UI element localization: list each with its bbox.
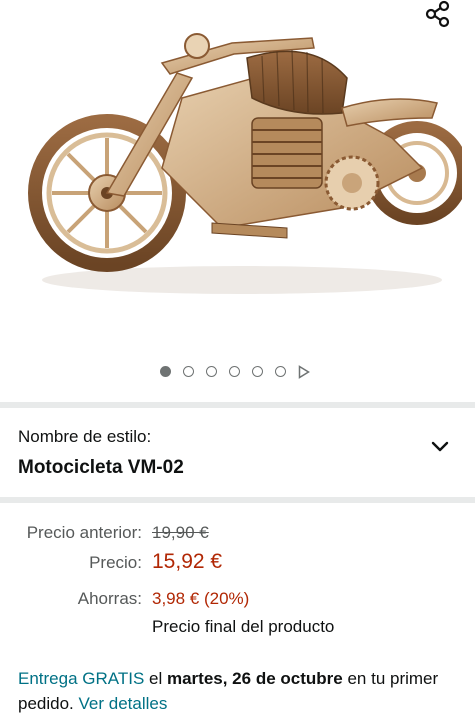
pagination-dot-4[interactable] — [229, 366, 240, 377]
pagination-dot-3[interactable] — [206, 366, 217, 377]
current-price-label: Precio: — [89, 553, 142, 572]
play-triangle-icon[interactable] — [298, 365, 310, 379]
pagination-dot-5[interactable] — [252, 366, 263, 377]
delivery-connector: el — [144, 669, 167, 688]
see-details-link[interactable]: Ver detalles — [79, 694, 168, 713]
pagination-dot-2[interactable] — [183, 366, 194, 377]
product-image[interactable] — [12, 18, 462, 318]
pagination-dot-1[interactable] — [160, 366, 171, 377]
savings-value: 3,98 € (20%) — [152, 589, 250, 608]
chevron-down-icon — [431, 441, 449, 452]
final-price-note: Precio final del producto — [152, 617, 335, 636]
section-divider — [0, 497, 475, 503]
pagination-dot-6[interactable] — [275, 366, 286, 377]
previous-price-value: 19,90 € — [152, 523, 209, 542]
delivery-date: martes, 26 de octubre — [166, 669, 343, 688]
price-block: Precio anterior: 19,90 € Precio: 15,92 €… — [0, 505, 475, 645]
image-pagination — [0, 362, 475, 382]
delivery-info: Entrega GRATIS el martes, 26 de octubre … — [18, 666, 458, 716]
savings-label: Ahorras: — [77, 589, 142, 608]
free-delivery-label: Entrega GRATIS — [18, 669, 145, 688]
style-label: Nombre de estilo: — [18, 427, 152, 446]
style-value: Motocicleta VM-02 — [18, 457, 184, 478]
style-selector[interactable]: Nombre de estilo: Motocicleta VM-02 — [0, 410, 475, 496]
image-gallery — [0, 0, 475, 395]
previous-price-label: Precio anterior: — [26, 523, 142, 542]
current-price-value: 15,92 € — [152, 550, 223, 573]
section-divider — [0, 402, 475, 408]
